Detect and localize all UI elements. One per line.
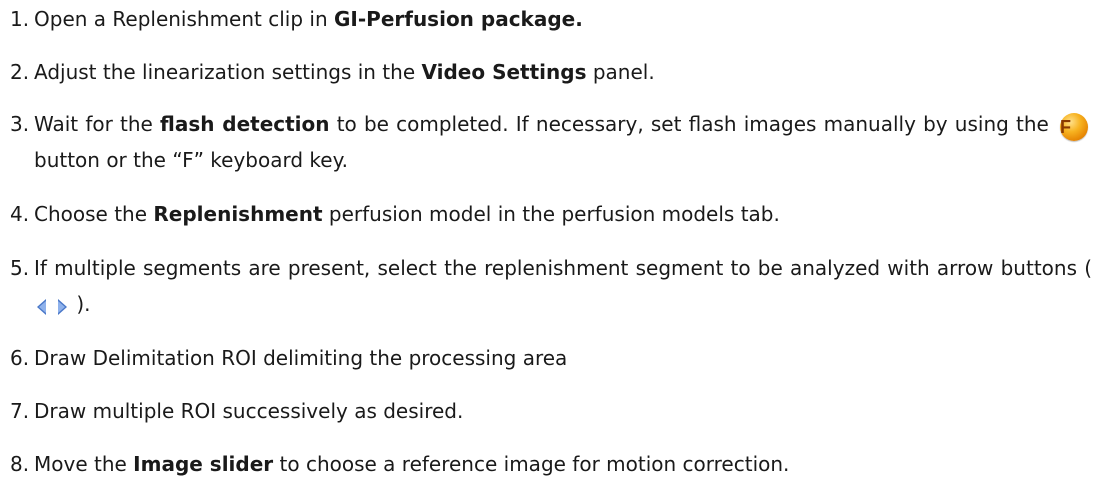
step-text: Draw multiple ROI successively as desire… [34,399,464,423]
step-text: Move the Image slider to choose a refere… [34,446,1092,482]
step-1: 1. Open a Replenishment clip in GI-Perfu… [0,1,1092,37]
step-6: 6. Draw Delimitation ROI delimiting the … [0,340,1092,376]
step-text-segment: to choose a reference image for motion c… [273,452,790,476]
step-number: 7. [10,399,30,423]
step-8: 8. Move the Image slider to choose a ref… [0,446,1092,482]
step-text: Open a Replenishment clip in GI-Perfusio… [34,1,1092,37]
feature-name: flash detection [160,112,330,136]
step-text: Adjust the linearization settings in the… [34,54,1092,90]
step-5: 5. If multiple segments are present, sel… [0,250,1092,324]
step-number: 4. [10,202,30,226]
step-text-segment: If multiple segments are present, select… [34,256,1092,280]
arrow-right-icon [58,299,67,315]
step-number: 8. [10,452,30,476]
step-4: 4. Choose the Replenishment perfusion mo… [0,196,1092,232]
step-text-segment: ). [70,292,91,316]
step-text-segment: panel. [586,60,655,84]
step-text: If multiple segments are present, select… [34,250,1092,324]
flash-f-icon: F [1060,113,1089,141]
step-text-segment: button or the “F” keyboard key. [34,148,348,172]
step-text: Wait for the flash detection to be compl… [34,106,1092,178]
step-number: 3. [10,112,30,136]
step-text-segment: perfusion model in the perfusion models … [322,202,780,226]
panel-name: Video Settings [421,60,587,84]
step-text-segment: Move the [34,452,134,476]
step-text-segment: to be completed. If necessary, set flash… [329,112,1057,136]
step-text-segment: Choose the [34,202,154,226]
step-7: 7. Draw multiple ROI successively as des… [0,393,1092,429]
step-text-segment: Open a Replenishment clip in [34,7,334,31]
slider-name: Image slider [133,452,274,476]
step-2: 2. Adjust the linearization settings in … [0,54,1092,90]
step-number: 1. [10,7,30,31]
step-3: 3. Wait for the flash detection to be co… [0,106,1092,178]
step-text: Draw Delimitation ROI delimiting the pro… [34,346,568,370]
model-name: Replenishment [153,202,323,226]
step-number: 2. [10,60,30,84]
step-text-segment: Wait for the [34,112,161,136]
step-text-segment: Adjust the linearization settings in the [34,60,422,84]
segment-arrow-buttons [36,288,68,324]
package-name: GI-Perfusion package. [334,7,583,31]
step-number: 6. [10,346,30,370]
arrow-left-icon [37,299,46,315]
step-number: 5. [10,256,30,280]
step-text: Choose the Replenishment perfusion model… [34,196,1092,232]
